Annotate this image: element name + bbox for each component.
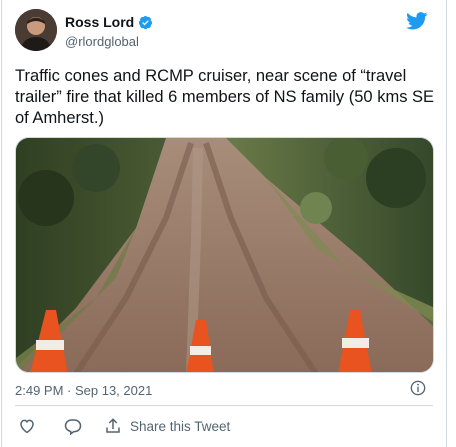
- divider: [15, 405, 433, 406]
- tweet-media-image[interactable]: [15, 137, 434, 373]
- action-bar: Share this Tweet: [18, 417, 230, 435]
- avatar[interactable]: [15, 9, 57, 51]
- tweet-text: Traffic cones and RCMP cruiser, near sce…: [15, 67, 435, 127]
- author-handle[interactable]: @rlordglobal: [65, 34, 139, 49]
- share-icon: [106, 418, 120, 433]
- display-name[interactable]: Ross Lord: [65, 14, 134, 30]
- reply-icon: [64, 419, 82, 435]
- reply-button[interactable]: [64, 417, 82, 435]
- heart-icon: [20, 419, 34, 434]
- author-name-row[interactable]: Ross Lord: [65, 14, 153, 30]
- verified-badge-icon: [139, 15, 153, 29]
- info-icon[interactable]: [410, 380, 426, 396]
- tweet-timestamp[interactable]: 2:49 PM · Sep 13, 2021: [15, 383, 152, 398]
- share-tweet-label: Share this Tweet: [130, 418, 231, 434]
- like-button[interactable]: [18, 417, 36, 435]
- twitter-bird-icon[interactable]: [406, 12, 428, 30]
- tweet-card: Ross Lord @rlordglobal Traffic cones and…: [1, 0, 447, 447]
- share-tweet-button[interactable]: Share this Tweet: [104, 417, 230, 435]
